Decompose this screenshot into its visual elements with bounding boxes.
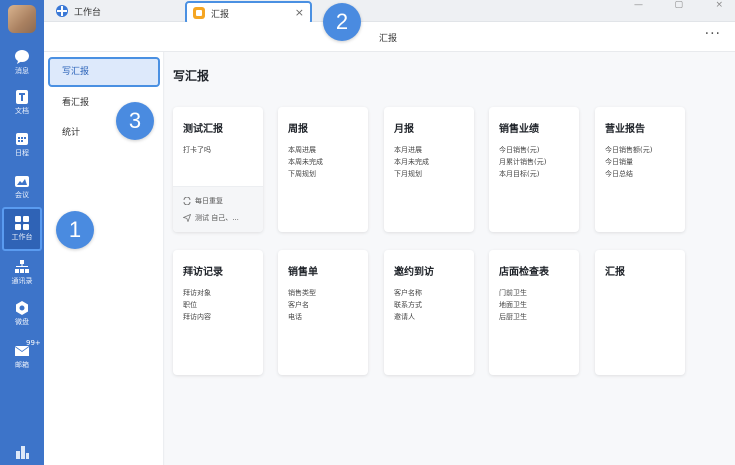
globe-icon <box>56 5 68 17</box>
tab-workbench[interactable]: 工作台 <box>56 2 101 20</box>
rail-label: 邮箱 <box>15 361 29 369</box>
card-title: 店面检查表 <box>499 267 549 278</box>
home-icon[interactable] <box>14 444 30 460</box>
more-options-button[interactable]: ··· <box>705 26 721 42</box>
card-title: 汇报 <box>605 267 625 278</box>
rail-label: 通讯录 <box>11 277 33 285</box>
maximize-button[interactable]: ▢ <box>674 0 683 10</box>
card-field: 今日销售(元) <box>499 146 540 154</box>
card-field: 今日销量 <box>605 158 633 166</box>
template-card-monthly[interactable]: 月报 本月进展 本月未完成 下月规划 <box>384 107 474 232</box>
template-card-visit[interactable]: 拜访记录 拜访对象 职位 拜访内容 <box>173 250 263 375</box>
rail-label: 文档 <box>15 107 29 115</box>
template-card-test[interactable]: 测试汇报 打卡了吗 每日重复 测试 自己、... <box>173 107 263 232</box>
card-field: 销售类型 <box>288 289 316 297</box>
rail-label: 日程 <box>15 149 29 157</box>
chat-icon <box>15 50 29 64</box>
template-card-sales-order[interactable]: 销售单 销售类型 客户名 电话 <box>278 250 368 375</box>
card-footer-text: 测试 自己、... <box>195 214 239 222</box>
rail-label: 微盘 <box>15 318 29 326</box>
card-field: 门前卫生 <box>499 289 527 297</box>
card-field: 电话 <box>288 313 302 321</box>
card-field: 客户名 <box>288 301 309 309</box>
rail-label: 消息 <box>15 67 29 75</box>
card-title: 测试汇报 <box>183 124 223 135</box>
card-repeat-row: 每日重复 <box>183 196 223 206</box>
card-title: 销售业绩 <box>499 124 539 135</box>
card-field: 下周规划 <box>288 170 316 178</box>
avatar[interactable] <box>8 5 36 33</box>
rail-item-meeting[interactable]: 会议 <box>0 170 44 210</box>
send-icon <box>183 214 191 222</box>
card-field: 后厨卫生 <box>499 313 527 321</box>
template-card-store-check[interactable]: 店面检查表 门前卫生 地面卫生 后厨卫生 <box>489 250 579 375</box>
rail-item-workbench[interactable]: 工作台 <box>2 207 42 251</box>
template-card-invitation[interactable]: 邀约到访 客户名称 联系方式 邀请人 <box>384 250 474 375</box>
subnav-item-write[interactable]: 写汇报 <box>48 57 160 87</box>
card-field: 客户名称 <box>394 289 422 297</box>
card-field: 拜访对象 <box>183 289 211 297</box>
rail-item-docs[interactable]: 文档 <box>0 86 44 126</box>
card-field: 本月未完成 <box>394 158 429 166</box>
rail-item-messages[interactable]: 消息 <box>0 46 44 86</box>
main-content: 写汇报 测试汇报 打卡了吗 每日重复 测试 自己、... 周报 本周进展 本周未… <box>165 52 735 465</box>
meeting-icon <box>15 176 29 187</box>
doc-icon <box>16 90 28 104</box>
card-field: 本月目标(元) <box>499 170 540 178</box>
callout-2: 2 <box>323 3 361 41</box>
tab-label: 汇报 <box>211 9 230 20</box>
org-icon <box>15 260 29 273</box>
template-card-sales[interactable]: 销售业绩 今日销售(元) 月累计销售(元) 本月目标(元) <box>489 107 579 232</box>
card-field: 打卡了吗 <box>183 146 211 154</box>
drive-icon <box>16 301 28 315</box>
title-bar: 工作台 汇报 × — ▢ × <box>44 0 735 25</box>
card-footer: 每日重复 测试 自己、... <box>173 186 263 232</box>
card-field: 邀请人 <box>394 313 415 321</box>
callout-1: 1 <box>56 211 94 249</box>
card-title: 销售单 <box>288 267 318 278</box>
rail-item-mail[interactable]: 99+ 邮箱 <box>0 339 44 380</box>
rail-label: 会议 <box>15 191 29 199</box>
card-field: 今日总结 <box>605 170 633 178</box>
rail-label: 工作台 <box>11 233 33 241</box>
card-title: 周报 <box>288 124 308 135</box>
card-title: 邀约到访 <box>394 267 434 278</box>
callout-3: 3 <box>116 102 154 140</box>
card-field: 月累计销售(元) <box>499 158 547 166</box>
template-card-report[interactable]: 汇报 <box>595 250 685 375</box>
template-card-business[interactable]: 营业报告 今日销售额(元) 今日销量 今日总结 <box>595 107 685 232</box>
section-title: 写汇报 <box>173 69 210 83</box>
card-field: 本月进展 <box>394 146 422 154</box>
card-field: 下月规划 <box>394 170 422 178</box>
rail-item-drive[interactable]: 微盘 <box>0 297 44 337</box>
minimize-button[interactable]: — <box>634 0 643 10</box>
tab-label: 工作台 <box>74 7 102 18</box>
repeat-icon <box>183 197 191 205</box>
card-field: 职位 <box>183 301 197 309</box>
card-title: 月报 <box>394 124 414 135</box>
card-recipients-row: 测试 自己、... <box>183 213 239 223</box>
card-field: 地面卫生 <box>499 301 527 309</box>
card-field: 联系方式 <box>394 301 422 309</box>
template-card-weekly[interactable]: 周报 本周进展 本周未完成 下周规划 <box>278 107 368 232</box>
page-header: 汇报 ··· <box>44 22 735 52</box>
card-title: 拜访记录 <box>183 267 223 278</box>
card-field: 本周进展 <box>288 146 316 154</box>
app-rail: 消息 文档 日程 会议 工作台 通讯录 微盘 99+ 邮箱 <box>0 0 44 465</box>
window-close-button[interactable]: × <box>715 0 723 10</box>
card-footer-text: 每日重复 <box>195 197 223 205</box>
close-icon[interactable]: × <box>295 6 304 19</box>
mail-badge: 99+ <box>26 339 41 347</box>
calendar-icon <box>16 133 28 145</box>
rail-item-contacts[interactable]: 通讯录 <box>0 256 44 296</box>
card-field: 本周未完成 <box>288 158 323 166</box>
card-field: 今日销售额(元) <box>605 146 653 154</box>
grid-icon <box>15 216 29 230</box>
report-app-icon <box>193 7 205 19</box>
card-field: 拜访内容 <box>183 313 211 321</box>
rail-item-calendar[interactable]: 日程 <box>0 128 44 168</box>
card-title: 营业报告 <box>605 124 645 135</box>
page-title: 汇报 <box>379 34 398 44</box>
